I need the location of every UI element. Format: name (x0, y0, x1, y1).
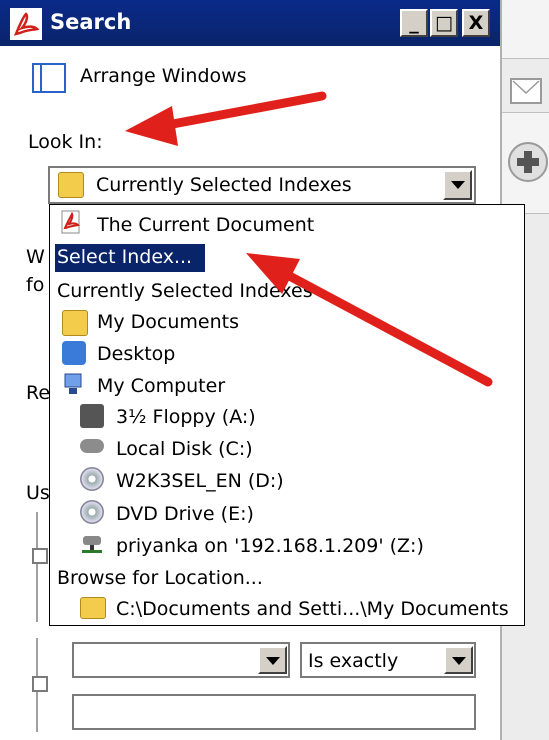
annotation-arrows (125, 91, 493, 387)
arrow-to-look-in (125, 91, 327, 146)
arrow-to-select-index (246, 253, 493, 387)
